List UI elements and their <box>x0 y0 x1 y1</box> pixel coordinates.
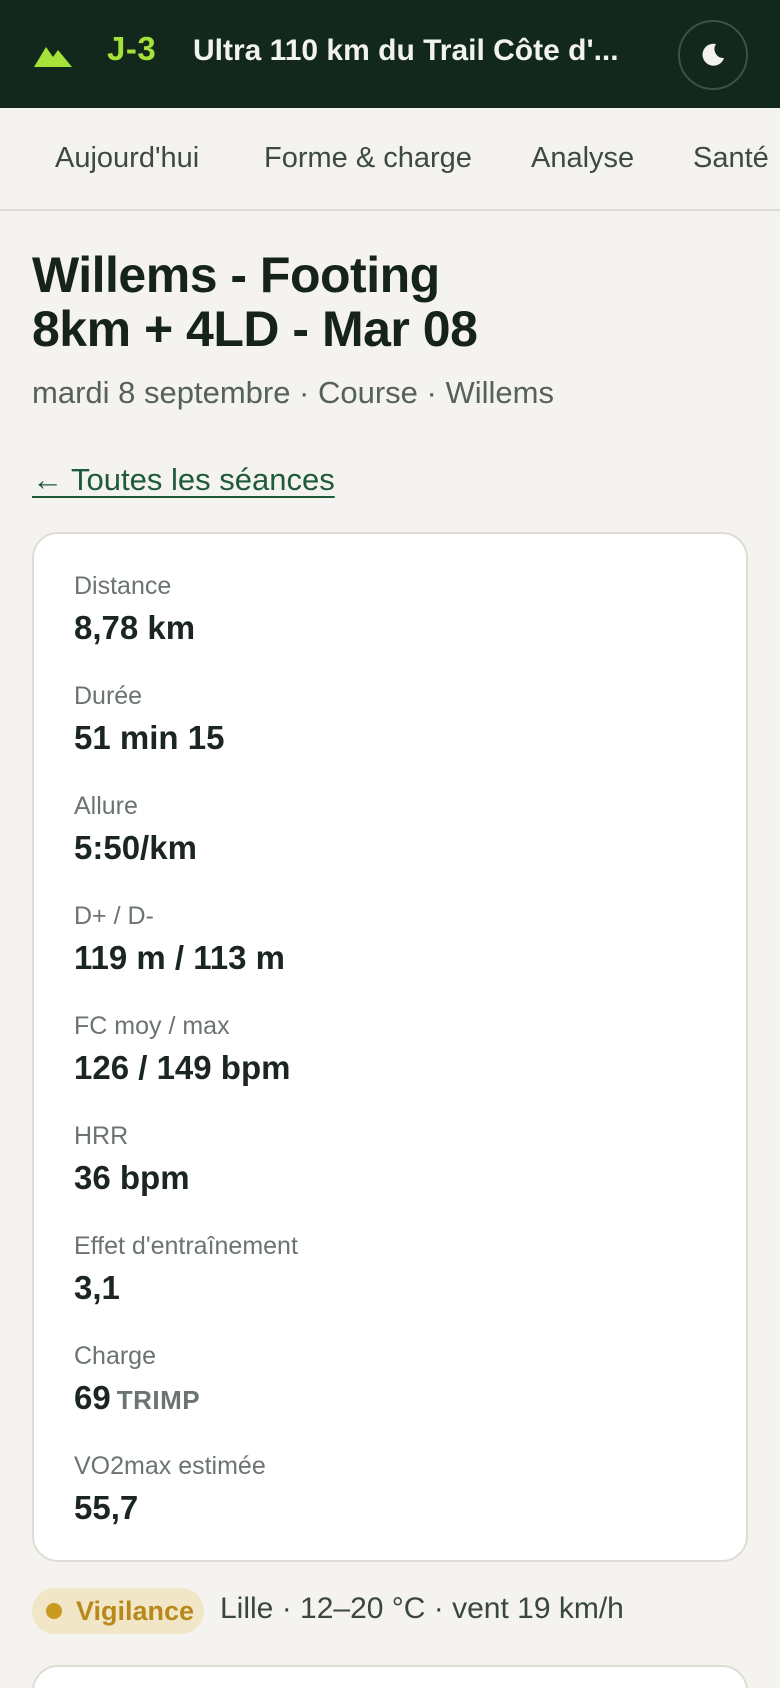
stat-label: D+ / D- <box>74 902 154 930</box>
tab-analysis[interactable]: Analyse <box>531 142 634 175</box>
stat-duration: Durée 51 min 15 <box>74 682 224 757</box>
stat-label: Charge <box>74 1342 156 1370</box>
next-card <box>32 1665 748 1688</box>
stat-heart-rate: FC moy / max 126 / 149 bpm <box>74 1012 290 1087</box>
stat-label: HRR <box>74 1122 129 1150</box>
race-countdown: J-3 <box>107 30 157 67</box>
stat-value: 69 TRIMP <box>74 1379 200 1417</box>
mountain-icon <box>34 47 72 67</box>
page-title: Willems - Footing 8km + 4LD - Mar 08 <box>32 248 732 356</box>
stat-label: Durée <box>74 682 143 710</box>
back-to-sessions-link[interactable]: ← Toutes les séances <box>32 462 335 498</box>
tab-today[interactable]: Aujourd'hui <box>55 142 199 175</box>
stat-load: Charge 69 TRIMP <box>74 1342 200 1417</box>
session-subtitle: mardi 8 septembre · Course · Willems <box>32 375 554 410</box>
stat-value: 126 / 149 bpm <box>74 1049 291 1086</box>
stat-value-number: 69 <box>74 1379 111 1416</box>
stat-value: 55,7 <box>74 1489 139 1526</box>
stat-value: 119 m / 113 m <box>74 939 286 976</box>
race-title[interactable]: Ultra 110 km du Trail Côte d'... <box>193 34 633 68</box>
theme-toggle-button[interactable] <box>678 20 748 90</box>
vigilance-badge: Vigilance <box>32 1588 204 1634</box>
tab-health[interactable]: Santé <box>693 142 769 175</box>
stat-vo2max: VO2max estimée 55,7 <box>74 1452 266 1527</box>
status-dot-icon <box>46 1603 62 1619</box>
stat-elevation: D+ / D- 119 m / 113 m <box>74 902 285 977</box>
stat-label: Distance <box>74 572 172 600</box>
moon-icon <box>702 43 724 66</box>
main-tabs: Aujourd'hui Forme & charge Analyse Santé <box>0 108 780 211</box>
vigilance-label: Vigilance <box>76 1595 195 1626</box>
tab-fitness-load[interactable]: Forme & charge <box>264 142 472 175</box>
stat-value: 8,78 km <box>74 609 196 646</box>
page-title-line2: 8km + 4LD - Mar 08 <box>32 301 478 357</box>
stat-label: Effet d'entraînement <box>74 1232 298 1260</box>
stat-value: 3,1 <box>74 1269 120 1306</box>
page-title-line1: Willems - Footing <box>32 247 440 303</box>
weather-summary: Lille · 12–20 °C · vent 19 km/h <box>220 1592 624 1625</box>
stat-label: Allure <box>74 792 138 820</box>
stat-hrr: HRR 36 bpm <box>74 1122 190 1197</box>
stat-distance: Distance 8,78 km <box>74 572 195 647</box>
stat-label: VO2max estimée <box>74 1452 266 1480</box>
stat-pace: Allure 5:50/km <box>74 792 197 867</box>
stats-card: Distance 8,78 km Durée 51 min 15 Allure … <box>32 532 748 1562</box>
stat-value: 51 min 15 <box>74 719 225 756</box>
stat-value: 36 bpm <box>74 1159 190 1196</box>
stat-training-effect: Effet d'entraînement 3,1 <box>74 1232 298 1307</box>
app-header: J-3 Ultra 110 km du Trail Côte d'... <box>0 0 780 108</box>
stat-value: 5:50/km <box>74 829 197 866</box>
stat-unit: TRIMP <box>116 1385 201 1415</box>
stat-label: FC moy / max <box>74 1012 230 1040</box>
